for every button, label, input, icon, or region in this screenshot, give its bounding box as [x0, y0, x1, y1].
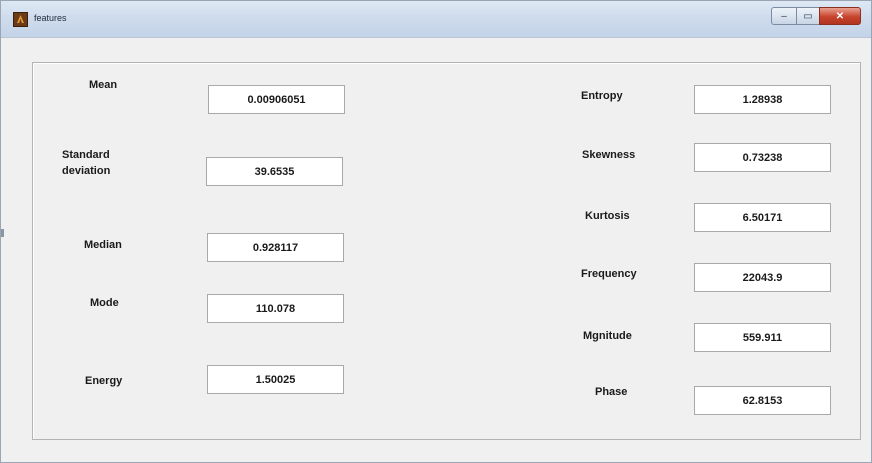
features-window: features – ▭ ✕ Mean 0.00906051 Standard … — [0, 0, 872, 463]
window-controls: – ▭ ✕ — [771, 7, 861, 25]
phase-field[interactable]: 62.8153 — [694, 386, 831, 415]
entropy-field[interactable]: 1.28938 — [694, 85, 831, 114]
skewness-field[interactable]: 0.73238 — [694, 143, 831, 172]
minimize-icon: – — [781, 10, 787, 22]
median-label: Median — [84, 239, 122, 251]
skewness-label: Skewness — [582, 149, 636, 161]
magnitude-field[interactable]: 559.911 — [694, 323, 831, 352]
features-panel: Mean 0.00906051 Standard deviation 39.65… — [32, 62, 861, 440]
mode-label: Mode — [90, 297, 119, 309]
title-bar[interactable]: features – ▭ ✕ — [1, 1, 871, 38]
standard-deviation-label-line1: Standard — [62, 149, 110, 161]
maximize-icon: ▭ — [803, 10, 813, 22]
frequency-field[interactable]: 22043.9 — [694, 263, 831, 292]
maximize-button[interactable]: ▭ — [796, 7, 820, 25]
standard-deviation-field[interactable]: 39.6535 — [206, 157, 343, 186]
window-resize-edge[interactable] — [1, 229, 4, 237]
minimize-button[interactable]: – — [771, 7, 797, 25]
energy-field[interactable]: 1.50025 — [207, 365, 344, 394]
frequency-label: Frequency — [581, 268, 637, 280]
mean-field[interactable]: 0.00906051 — [208, 85, 345, 114]
standard-deviation-label-line2: deviation — [62, 165, 111, 177]
energy-label: Energy — [85, 375, 123, 387]
magnitude-label: Mgnitude — [583, 330, 632, 342]
phase-label: Phase — [595, 386, 628, 398]
mode-field[interactable]: 110.078 — [207, 294, 344, 323]
kurtosis-label: Kurtosis — [585, 210, 630, 222]
close-icon: ✕ — [835, 10, 845, 22]
window-title: features — [34, 13, 67, 23]
kurtosis-field[interactable]: 6.50171 — [694, 203, 831, 232]
entropy-label: Entropy — [581, 90, 623, 102]
close-button[interactable]: ✕ — [819, 7, 861, 25]
mean-label: Mean — [89, 79, 118, 91]
matlab-app-icon — [13, 12, 28, 27]
median-field[interactable]: 0.928117 — [207, 233, 344, 262]
standard-deviation-label: Standard deviation — [62, 147, 110, 179]
